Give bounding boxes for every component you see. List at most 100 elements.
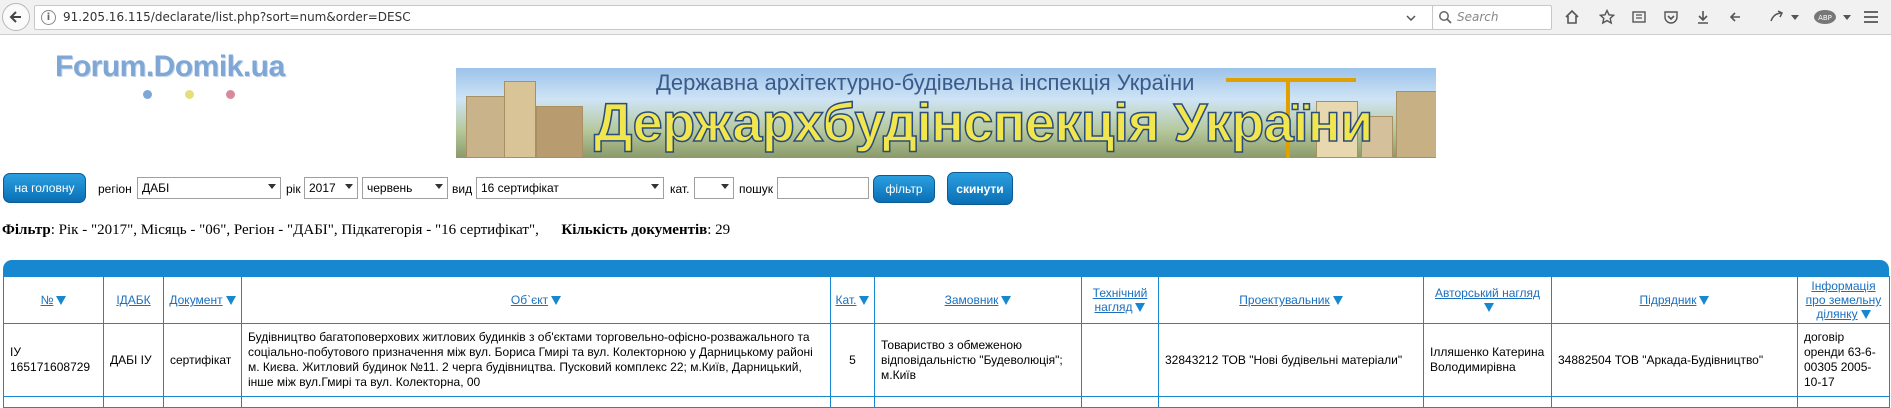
back-button[interactable] xyxy=(2,3,30,31)
pocket-icon[interactable] xyxy=(1662,8,1680,26)
sort-arrow-icon[interactable] xyxy=(56,296,67,306)
arrow-left-icon[interactable] xyxy=(1726,8,1744,26)
home-button[interactable]: на головну xyxy=(3,173,86,203)
column-header-land-info[interactable]: Інформація про земельну ділянку xyxy=(1797,276,1890,324)
sort-arrow-icon[interactable] xyxy=(551,296,562,306)
browser-toolbar: i 91.205.16.115/declarate/list.php?sort=… xyxy=(0,0,1891,35)
cell-designer: 32843212 ТОВ "Нові будівельні матеріали" xyxy=(1158,323,1424,397)
cell-idabk: ДАБІ ІУ xyxy=(103,323,164,397)
column-header-link[interactable]: Підрядник xyxy=(1640,293,1697,307)
filter-summary: Фільтр: Рік - "2017", Місяць - "06", Рег… xyxy=(2,222,730,239)
type-label: вид xyxy=(452,182,473,196)
chevron-down-icon xyxy=(268,184,276,189)
chevron-down-icon[interactable] xyxy=(1842,8,1852,26)
region-select[interactable]: ДАБІ xyxy=(137,177,281,199)
banner-title: Держархбудінспекція України xyxy=(593,92,1374,154)
column-header-idabk[interactable]: ІДАБК xyxy=(103,276,164,324)
column-header-tech-supervision[interactable]: Технічний нагляд xyxy=(1081,276,1159,324)
category-select[interactable] xyxy=(694,177,734,199)
logo-dot xyxy=(226,90,235,99)
reading-list-icon[interactable] xyxy=(1630,8,1648,26)
table-header-bar xyxy=(3,260,1889,277)
chevron-down-icon[interactable] xyxy=(1401,8,1421,28)
info-icon[interactable]: i xyxy=(41,10,56,25)
header-banner: Державна архітектурно-будівельна інспекц… xyxy=(456,68,1436,158)
column-header-category[interactable]: Кат. xyxy=(830,276,875,324)
sort-arrow-icon[interactable] xyxy=(859,296,870,306)
cell-tech-supervision xyxy=(1081,323,1159,397)
column-header-object[interactable]: Об`єкт xyxy=(241,276,831,324)
chevron-down-icon xyxy=(435,184,443,189)
filter-summary-label: Фільтр xyxy=(2,222,51,238)
chevron-down-icon xyxy=(651,184,659,189)
region-value: ДАБІ xyxy=(142,181,170,195)
sort-arrow-icon[interactable] xyxy=(1484,303,1494,313)
year-value: 2017 xyxy=(309,181,336,195)
reset-button[interactable]: скинути xyxy=(947,172,1013,205)
cell-contractor: 34882504 ТОВ "Аркада-Будівництво" xyxy=(1551,323,1798,397)
year-label: рік xyxy=(286,182,301,196)
filter-summary-text: : Рік - "2017", Місяць - "06", Регіон - … xyxy=(50,222,539,238)
cell-customer: Товариство з обмеженою відповідальністю … xyxy=(874,323,1082,397)
adblock-icon[interactable]: ABP xyxy=(1812,8,1838,26)
month-select[interactable]: червень xyxy=(362,177,448,199)
svg-text:ABP: ABP xyxy=(1818,14,1832,22)
logo-dot xyxy=(143,90,152,99)
sort-arrow-icon[interactable] xyxy=(1860,310,1871,320)
column-header-author-supervision[interactable]: Авторський нагляд xyxy=(1423,276,1552,324)
download-icon[interactable] xyxy=(1694,8,1712,26)
declarations-table: № ІДАБК Документ Об`єкт Кат. Замовник Те… xyxy=(3,276,1890,408)
arrow-left-icon xyxy=(9,11,21,23)
search-placeholder: Search xyxy=(1457,10,1499,24)
home-icon[interactable] xyxy=(1563,8,1581,26)
address-bar[interactable]: i 91.205.16.115/declarate/list.php?sort=… xyxy=(34,5,1456,30)
column-header-link[interactable]: Замовник xyxy=(945,293,999,307)
menu-icon[interactable] xyxy=(1862,8,1880,26)
search-input[interactable]: Search xyxy=(1432,5,1552,30)
region-label: регіон xyxy=(98,182,132,196)
chevron-down-icon xyxy=(345,184,353,189)
cell-object: Будівництво багатоповерхових житлових бу… xyxy=(241,323,831,397)
star-icon[interactable] xyxy=(1598,8,1616,26)
cell-num: ІУ 165171608729 xyxy=(3,323,104,397)
column-header-link[interactable]: № xyxy=(41,293,54,307)
search-label: пошук xyxy=(739,182,774,196)
chevron-down-icon xyxy=(721,184,729,189)
column-header-link[interactable]: Кат. xyxy=(836,293,857,307)
category-label: кат. xyxy=(670,182,690,196)
sort-arrow-icon[interactable] xyxy=(1699,296,1710,306)
column-header-designer[interactable]: Проектувальник xyxy=(1158,276,1424,324)
column-header-link[interactable]: Проектувальник xyxy=(1239,293,1329,307)
sort-arrow-icon[interactable] xyxy=(1135,303,1146,313)
type-select[interactable]: 16 сертифікат xyxy=(476,177,664,199)
search-field[interactable] xyxy=(777,177,869,199)
logo-dot xyxy=(185,90,194,99)
column-header-num[interactable]: № xyxy=(3,276,104,324)
sort-arrow-icon[interactable] xyxy=(1332,296,1343,306)
cell-category: 5 xyxy=(830,323,875,397)
column-header-link[interactable]: Об`єкт xyxy=(511,293,548,307)
site-logo[interactable]: Forum.Domik.ua xyxy=(55,50,285,84)
table-header-row: № ІДАБК Документ Об`єкт Кат. Замовник Те… xyxy=(3,276,1890,324)
type-value: 16 сертифікат xyxy=(481,181,559,195)
filter-button[interactable]: фільтр xyxy=(873,175,935,203)
table-row: ІУ 165171608729 ДАБІ ІУ сертифікат Будів… xyxy=(3,323,1890,397)
sort-arrow-icon[interactable] xyxy=(1001,296,1012,306)
cell-document: сертифікат xyxy=(163,323,242,397)
cell-land-info: договір оренди 63-6-00305 2005-10-17 xyxy=(1797,323,1890,397)
column-header-link[interactable]: Документ xyxy=(169,293,222,307)
url-text[interactable]: 91.205.16.115/declarate/list.php?sort=nu… xyxy=(63,10,411,24)
column-header-document[interactable]: Документ xyxy=(163,276,242,324)
column-header-link[interactable]: ІДАБК xyxy=(116,293,150,307)
column-header-link[interactable]: Авторський нагляд xyxy=(1435,286,1540,300)
column-header-customer[interactable]: Замовник xyxy=(874,276,1082,324)
year-select[interactable]: 2017 xyxy=(304,177,358,199)
sort-arrow-icon[interactable] xyxy=(225,296,236,306)
document-count-value: : 29 xyxy=(707,222,731,238)
cell-author-supervision: Ілляшенко Катерина Володимирівна xyxy=(1423,323,1552,397)
search-icon xyxy=(1439,11,1452,24)
document-count-label: Кількість документів xyxy=(561,222,708,238)
chevron-down-icon[interactable] xyxy=(1790,8,1800,26)
column-header-contractor[interactable]: Підрядник xyxy=(1551,276,1798,324)
extension-icon[interactable] xyxy=(1768,8,1786,26)
